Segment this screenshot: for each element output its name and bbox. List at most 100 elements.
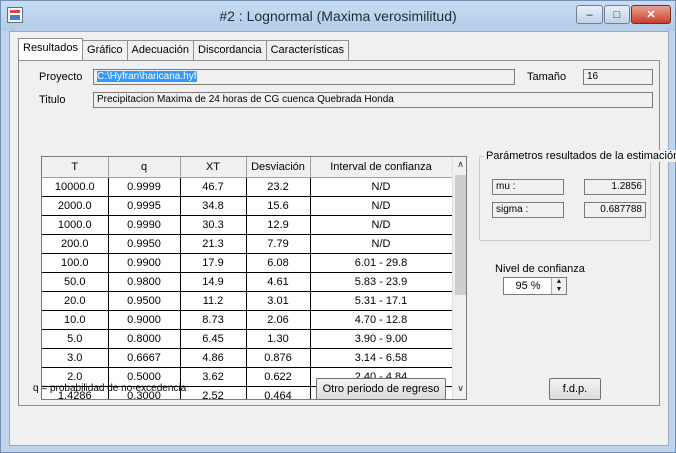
col-header-intervalo[interactable]: Interval de confianza [310, 157, 453, 178]
table-cell[interactable]: 0.9500 [108, 291, 181, 311]
table-cell[interactable]: 23.2 [246, 177, 311, 197]
title-bar[interactable]: #2 : Lognormal (Maxima verosimilitud) – … [1, 1, 675, 31]
confidence-value[interactable]: 95 % [504, 280, 552, 292]
app-window: #2 : Lognormal (Maxima verosimilitud) – … [0, 0, 676, 453]
table-cell[interactable]: 6.45 [180, 329, 247, 349]
table-cell[interactable]: 0.9950 [108, 234, 181, 254]
spin-up-icon[interactable]: ▲ [552, 278, 566, 286]
col-header-t[interactable]: T [42, 157, 109, 178]
table-cell[interactable]: 2.52 [180, 386, 247, 399]
col-header-desviacion[interactable]: Desviación [246, 157, 311, 178]
table-cell[interactable]: N/D [310, 234, 453, 254]
results-table: T q XT Desviación Interval de confianza … [42, 157, 453, 399]
tamano-field[interactable]: 16 [583, 69, 653, 85]
table-cell[interactable]: 3.90 - 9.00 [310, 329, 453, 349]
table-cell[interactable]: N/D [310, 196, 453, 216]
table-cell[interactable]: 7.79 [246, 234, 311, 254]
table-cell[interactable]: 0.9000 [108, 310, 181, 330]
fdp-button[interactable]: f.d.p. [549, 378, 601, 400]
table-cell[interactable]: 12.9 [246, 215, 311, 235]
table-cell[interactable]: 21.3 [180, 234, 247, 254]
table-cell[interactable]: 6.08 [246, 253, 311, 273]
table-row[interactable]: 100.0 0.9900 17.9 6.08 6.01 - 29.8 [42, 253, 453, 273]
table-cell[interactable]: 0.9999 [108, 177, 181, 197]
col-header-xt[interactable]: XT [180, 157, 247, 178]
table-cell[interactable]: 1000.0 [42, 215, 109, 235]
table-cell[interactable]: 0.9990 [108, 215, 181, 235]
table-cell[interactable]: 46.7 [180, 177, 247, 197]
tab-resultados[interactable]: Resultados [18, 38, 84, 60]
tab-caracteristicas[interactable]: Características [265, 40, 349, 60]
titulo-field[interactable]: Precipitacion Maxima de 24 horas de CG c… [93, 92, 653, 108]
table-cell[interactable]: 1.30 [246, 329, 311, 349]
proyecto-field[interactable]: C:\Hyfran\haricana.hyf [93, 69, 515, 85]
table-cell[interactable]: 4.61 [246, 272, 311, 292]
scroll-down-icon[interactable]: ∨ [453, 383, 466, 397]
grid-scrollbar[interactable]: ∧ ∨ [452, 157, 466, 399]
results-grid[interactable]: T q XT Desviación Interval de confianza … [41, 156, 467, 400]
table-cell[interactable]: 10000.0 [42, 177, 109, 197]
table-cell[interactable]: 3.14 - 6.58 [310, 348, 453, 368]
scroll-up-icon[interactable]: ∧ [453, 159, 466, 173]
table-cell[interactable]: 5.31 - 17.1 [310, 291, 453, 311]
table-cell[interactable]: 0.6667 [108, 348, 181, 368]
table-cell[interactable]: 100.0 [42, 253, 109, 273]
table-cell[interactable]: 17.9 [180, 253, 247, 273]
table-row[interactable]: 10000.0 0.9999 46.7 23.2 N/D [42, 177, 453, 197]
table-row[interactable]: 20.0 0.9500 11.2 3.01 5.31 - 17.1 [42, 291, 453, 311]
tab-discordancia[interactable]: Discordancia [193, 40, 267, 60]
otro-periodo-button[interactable]: Otro periodo de regreso [316, 378, 446, 400]
table-cell[interactable]: 2000.0 [42, 196, 109, 216]
table-cell[interactable]: 0.9995 [108, 196, 181, 216]
table-cell[interactable]: 8.73 [180, 310, 247, 330]
table-cell[interactable]: 0.9900 [108, 253, 181, 273]
table-cell[interactable]: 0.876 [246, 348, 311, 368]
mu-value[interactable]: 1.2856 [584, 179, 646, 195]
table-cell[interactable]: 0.622 [246, 367, 311, 387]
table-cell[interactable]: 3.0 [42, 348, 109, 368]
table-cell[interactable]: 0.8000 [108, 329, 181, 349]
table-cell[interactable]: 3.01 [246, 291, 311, 311]
table-cell[interactable]: 6.01 - 29.8 [310, 253, 453, 273]
table-cell[interactable]: 34.8 [180, 196, 247, 216]
table-cell[interactable]: 3.62 [180, 367, 247, 387]
tab-adecuacion[interactable]: Adecuación [126, 40, 195, 60]
mu-label: mu : [492, 179, 564, 195]
table-cell[interactable]: 30.3 [180, 215, 247, 235]
table-row[interactable]: 5.0 0.8000 6.45 1.30 3.90 - 9.00 [42, 329, 453, 349]
table-cell[interactable]: 4.70 - 12.8 [310, 310, 453, 330]
table-cell[interactable]: 5.83 - 23.9 [310, 272, 453, 292]
tab-grafico[interactable]: Gráfico [82, 40, 128, 60]
confidence-spinner[interactable]: 95 % ▲ ▼ [503, 277, 567, 295]
maximize-button[interactable]: □ [604, 5, 630, 24]
table-row[interactable]: 50.0 0.9800 14.9 4.61 5.83 - 23.9 [42, 272, 453, 292]
table-row[interactable]: 200.0 0.9950 21.3 7.79 N/D [42, 234, 453, 254]
table-row[interactable]: 10.0 0.9000 8.73 2.06 4.70 - 12.8 [42, 310, 453, 330]
table-cell[interactable]: 10.0 [42, 310, 109, 330]
table-cell[interactable]: 0.9800 [108, 272, 181, 292]
table-cell[interactable]: 14.9 [180, 272, 247, 292]
table-cell[interactable]: 0.464 [246, 386, 311, 399]
spin-arrows[interactable]: ▲ ▼ [551, 278, 566, 294]
table-row[interactable]: 3.0 0.6667 4.86 0.876 3.14 - 6.58 [42, 348, 453, 368]
close-button[interactable]: ✕ [631, 5, 671, 24]
sigma-label: sigma : [492, 202, 564, 218]
table-row[interactable]: 2000.0 0.9995 34.8 15.6 N/D [42, 196, 453, 216]
table-cell[interactable]: N/D [310, 177, 453, 197]
col-header-q[interactable]: q [108, 157, 181, 178]
table-cell[interactable]: 200.0 [42, 234, 109, 254]
table-cell[interactable]: 15.6 [246, 196, 311, 216]
table-cell[interactable]: 2.06 [246, 310, 311, 330]
table-cell[interactable]: 20.0 [42, 291, 109, 311]
table-row[interactable]: 1000.0 0.9990 30.3 12.9 N/D [42, 215, 453, 235]
tamano-label: Tamaño [527, 71, 567, 83]
table-cell[interactable]: N/D [310, 215, 453, 235]
table-cell[interactable]: 11.2 [180, 291, 247, 311]
spin-down-icon[interactable]: ▼ [552, 286, 566, 294]
scroll-thumb[interactable] [455, 175, 466, 295]
table-cell[interactable]: 50.0 [42, 272, 109, 292]
table-cell[interactable]: 4.86 [180, 348, 247, 368]
table-cell[interactable]: 5.0 [42, 329, 109, 349]
sigma-value[interactable]: 0.687788 [584, 202, 646, 218]
minimize-button[interactable]: – [576, 5, 603, 24]
